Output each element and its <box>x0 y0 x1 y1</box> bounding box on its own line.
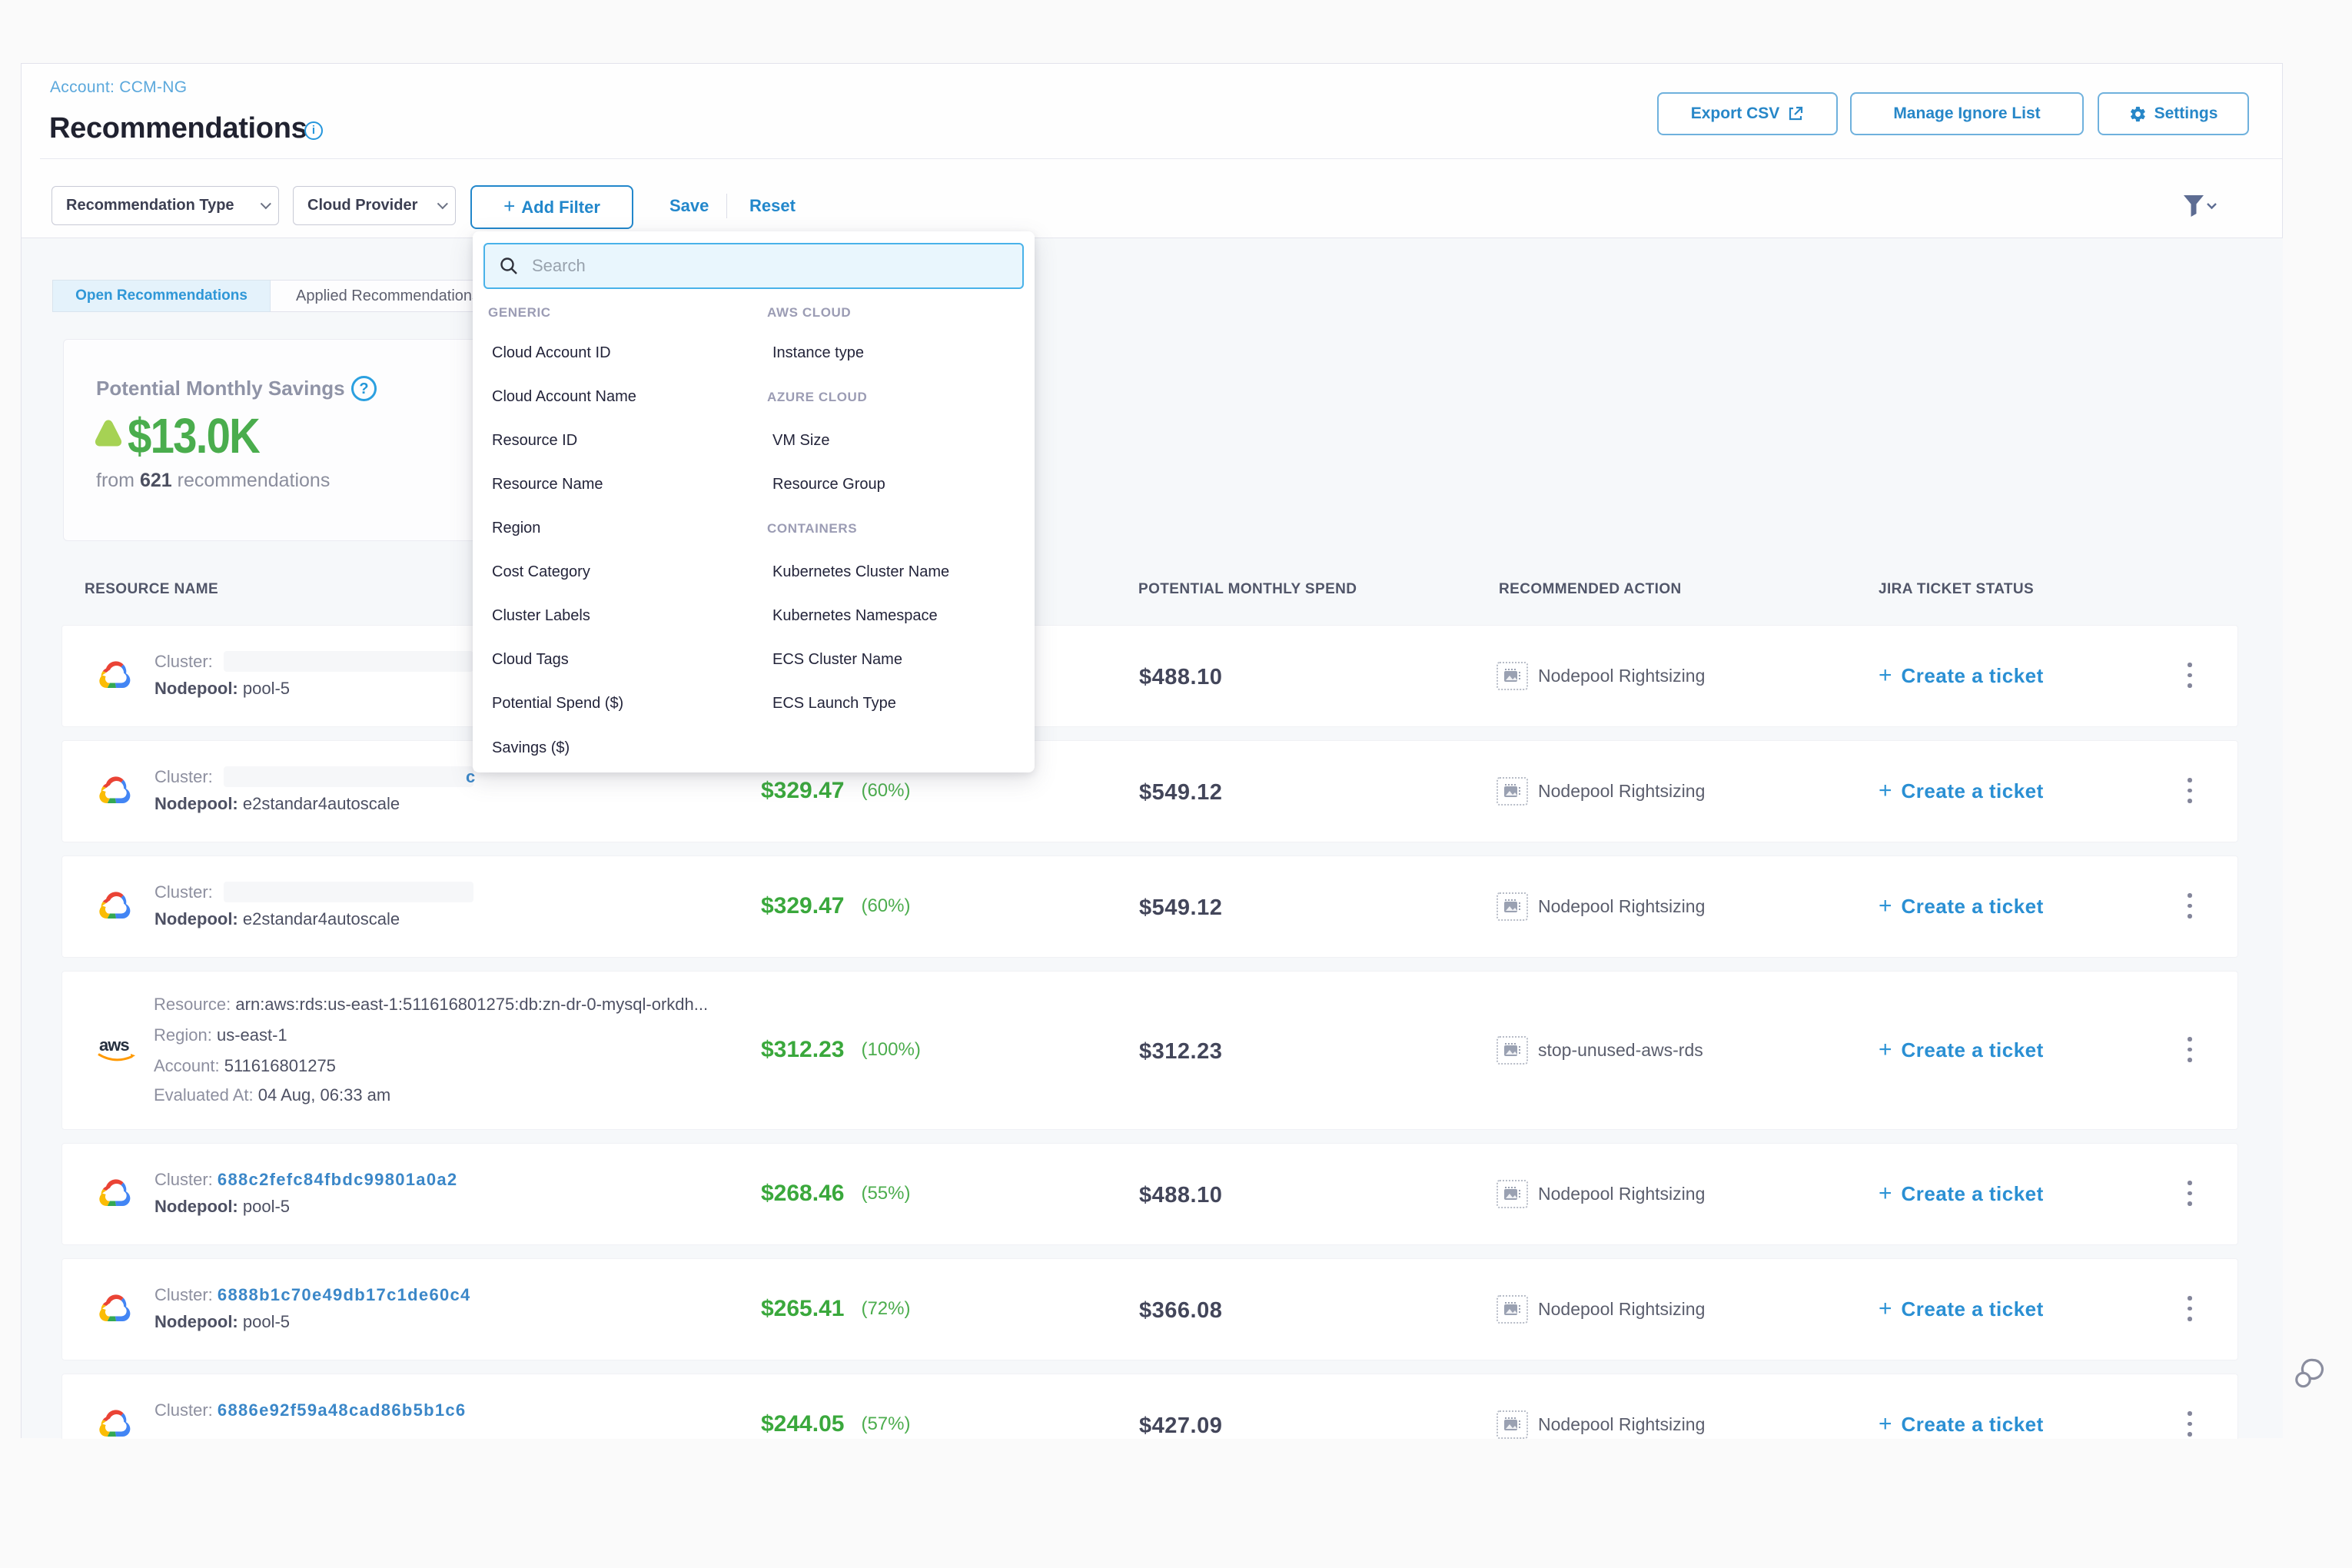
svg-text:aws: aws <box>99 1035 129 1055</box>
